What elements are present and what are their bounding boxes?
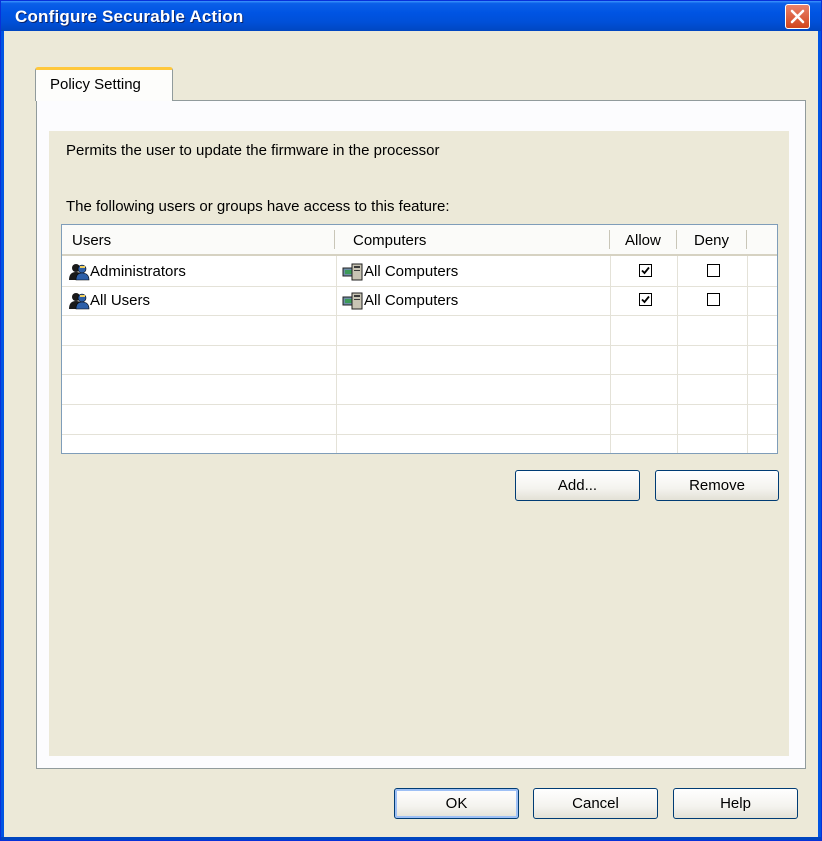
column-header-users[interactable]: Users [72, 225, 111, 254]
computers-icon [342, 263, 363, 281]
check-mark-icon [641, 295, 650, 304]
window-title: Configure Securable Action [15, 7, 244, 26]
grid-line [62, 434, 777, 435]
tab-policy-setting[interactable]: Policy Setting [35, 67, 173, 101]
window-border-bottom [1, 837, 821, 840]
user-name: All Users [90, 292, 151, 309]
access-list[interactable]: Users Computers Allow Deny Administrator… [61, 224, 778, 454]
table-row[interactable]: Administrators All Computers [62, 257, 777, 286]
column-divider[interactable] [609, 230, 610, 249]
deny-checkbox[interactable] [707, 264, 720, 277]
close-icon [790, 9, 805, 24]
computer-name: All Computers [364, 263, 459, 280]
action-description: Permits the user to update the firmware … [66, 142, 440, 159]
title-bar[interactable]: Configure Securable Action [1, 1, 821, 31]
check-mark-icon [641, 266, 650, 275]
computers-icon [342, 292, 363, 310]
deny-checkbox[interactable] [707, 293, 720, 306]
cancel-button[interactable]: Cancel [533, 788, 658, 819]
add-button[interactable]: Add... [515, 470, 640, 501]
access-label: The following users or groups have acces… [66, 198, 450, 215]
user-cell: Administrators [68, 257, 328, 286]
window-border-right [818, 31, 821, 840]
column-divider[interactable] [746, 230, 747, 249]
table-row[interactable]: All Users All Computers [62, 286, 777, 315]
ok-button[interactable]: OK [394, 788, 519, 819]
allow-checkbox[interactable] [639, 293, 652, 306]
tab-label: Policy Setting [50, 76, 141, 93]
column-header-allow[interactable]: Allow [625, 225, 661, 254]
grid-line [62, 404, 777, 405]
close-button[interactable] [785, 4, 810, 29]
computer-name: All Computers [364, 292, 459, 309]
column-header-computers[interactable]: Computers [353, 225, 426, 254]
column-header-deny[interactable]: Deny [694, 225, 729, 254]
list-header: Users Computers Allow Deny [62, 225, 777, 256]
column-divider[interactable] [334, 230, 335, 249]
user-name: Administrators [90, 263, 186, 280]
help-button[interactable]: Help [673, 788, 798, 819]
column-divider[interactable] [676, 230, 677, 249]
allow-checkbox[interactable] [639, 264, 652, 277]
user-cell: All Users [68, 286, 328, 315]
remove-button[interactable]: Remove [655, 470, 779, 501]
grid-line [62, 315, 777, 316]
users-group-icon [69, 264, 90, 281]
grid-line [62, 374, 777, 375]
grid-line [62, 345, 777, 346]
computer-cell: All Computers [342, 257, 602, 286]
computer-cell: All Computers [342, 286, 602, 315]
users-group-icon [69, 293, 90, 310]
window-border-left [1, 31, 4, 840]
